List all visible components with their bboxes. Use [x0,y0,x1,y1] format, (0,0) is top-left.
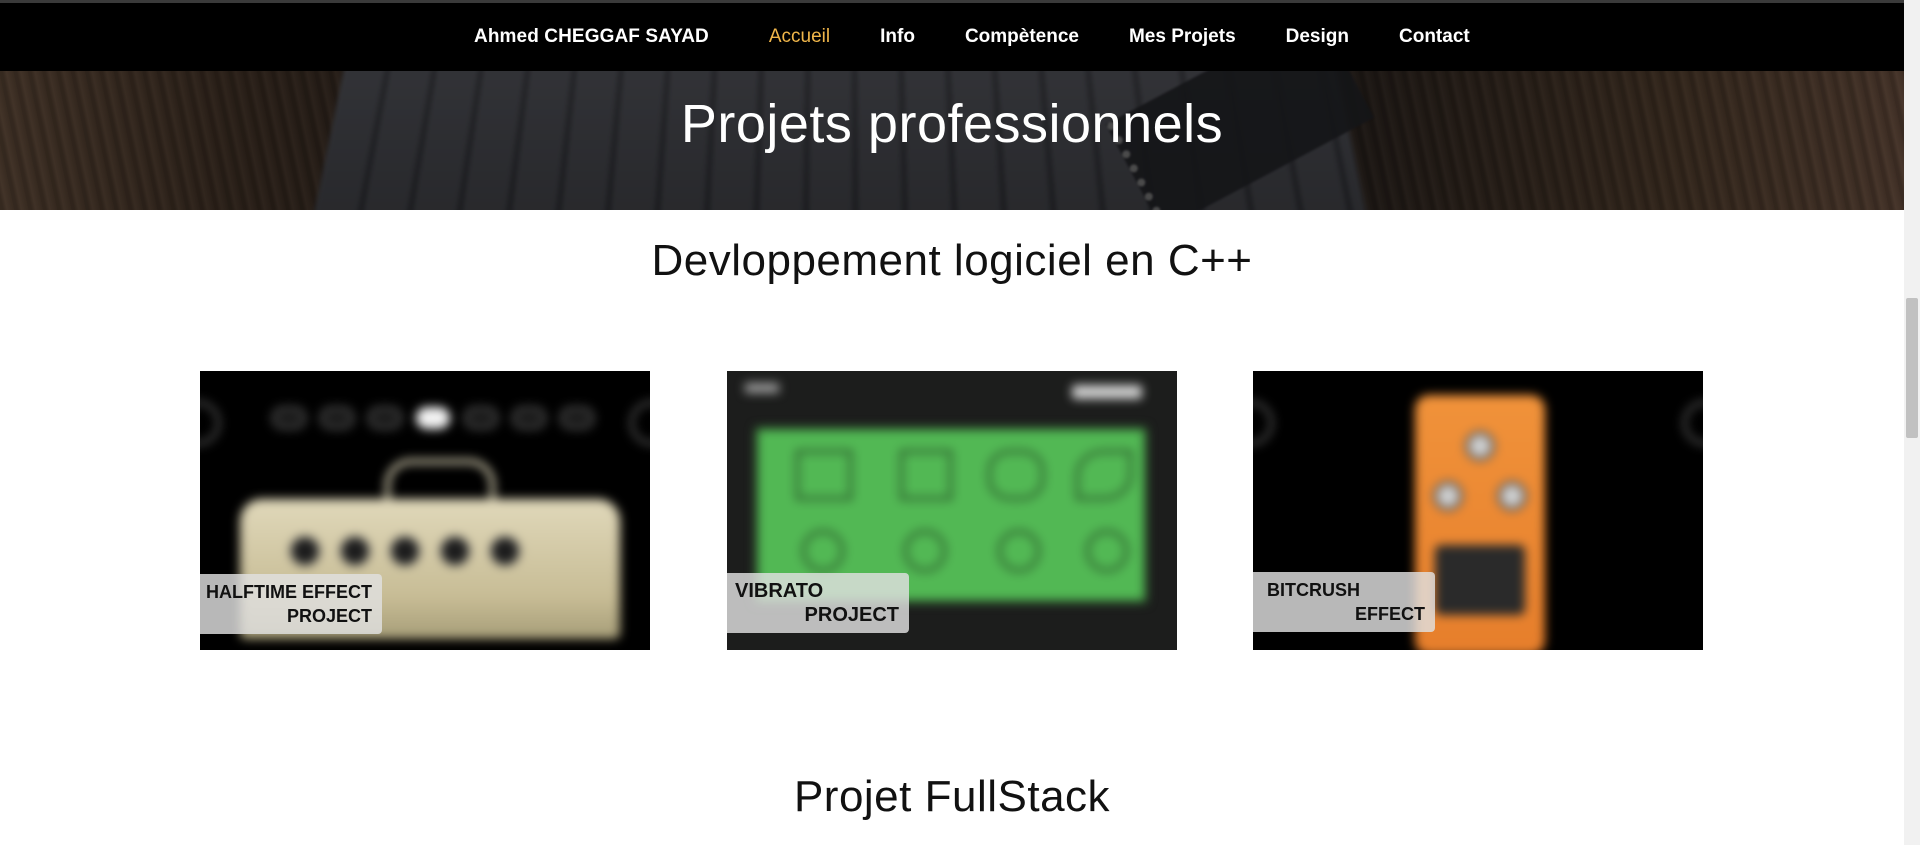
hero-banner: Projets professionnels [0,71,1904,210]
hero-title: Projets professionnels [680,94,1224,154]
section-title-fullstack: Projet FullStack [793,772,1111,821]
project-card-halftime[interactable]: HALFTIME EFFECT PROJECT [200,371,650,650]
page: Ahmed CHEGGAF SAYAD Accueil Info Compète… [0,0,1920,845]
card-label-line1: HALFTIME EFFECT [206,582,372,602]
scrollbar-thumb[interactable] [1906,298,1918,438]
nav-link-mes-projets[interactable]: Mes Projets [1129,26,1236,48]
project-card-bitcrush[interactable]: BITCRUSH EFFECT [1253,371,1703,650]
card-label: HALFTIME EFFECT PROJECT [200,574,382,634]
section-title-cpp: Devloppement logiciel en C++ [651,236,1253,285]
card-label-line1: VIBRATO [735,580,824,602]
nav-link-accueil[interactable]: Accueil [769,26,830,48]
card-label-line2: PROJECT [286,606,372,626]
nav-link-competence[interactable]: Compètence [965,26,1079,48]
side-knob-icon [1683,401,1703,445]
page-scrollbar[interactable] [1904,0,1920,845]
card-label: VIBRATO PROJECT [727,573,909,633]
project-card-vibrato[interactable]: VIBRATO PROJECT [727,371,1177,650]
card-label-line2: PROJECT [804,604,899,626]
card-label-line2: EFFECT [1355,604,1425,624]
side-knob-icon [630,401,650,445]
nav-inner: Ahmed CHEGGAF SAYAD Accueil Info Compète… [474,3,1470,71]
brand-name[interactable]: Ahmed CHEGGAF SAYAD [474,26,709,48]
nav-link-contact[interactable]: Contact [1399,26,1470,48]
card-label-line1: BITCRUSH [1267,580,1360,600]
nav-link-design[interactable]: Design [1286,26,1349,48]
side-knob-icon [1253,401,1273,445]
side-knob-icon [200,401,220,445]
preset-buttons [272,407,594,429]
nav-link-info[interactable]: Info [880,26,915,48]
navbar: Ahmed CHEGGAF SAYAD Accueil Info Compète… [0,3,1904,71]
card-label: BITCRUSH EFFECT [1253,572,1435,632]
